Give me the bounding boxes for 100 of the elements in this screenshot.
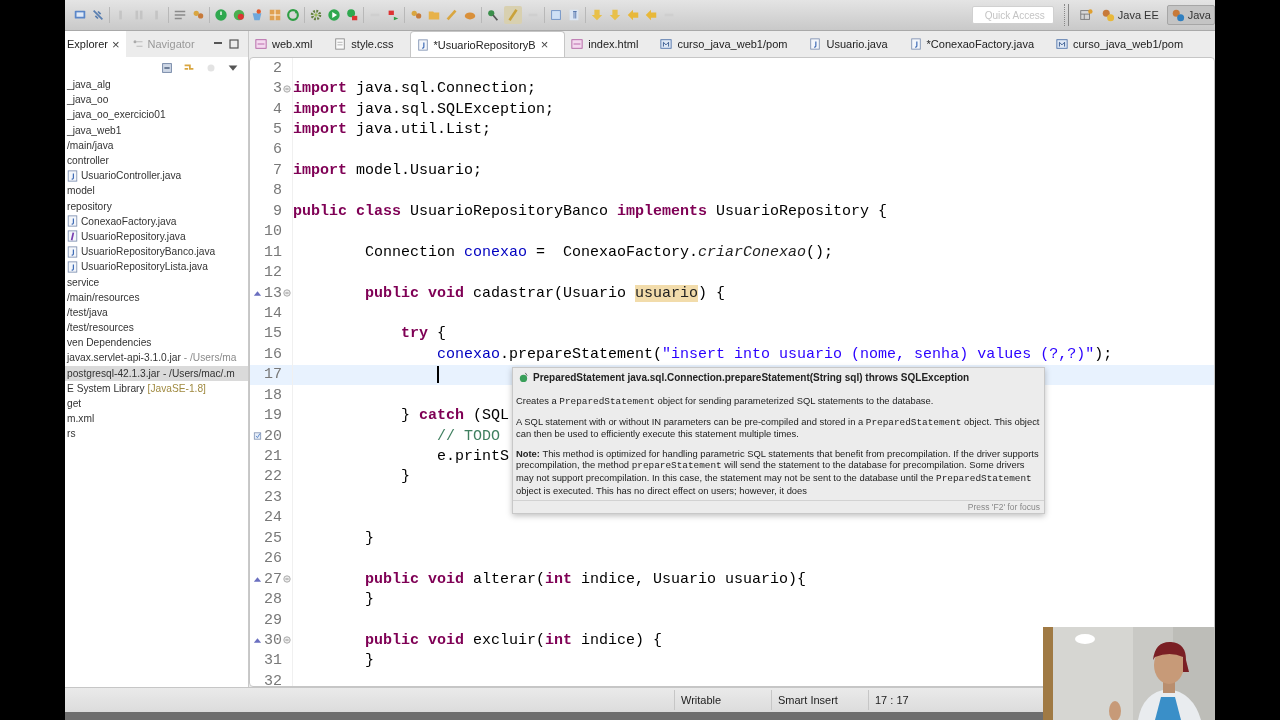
tree-item[interactable]: _java_web1: [65, 122, 248, 138]
code-line: Connection conexao = ConexaoFactory.criarConexao();: [364, 243, 834, 261]
arrow-down-icon[interactable]: [608, 8, 622, 22]
brush-icon[interactable]: [445, 8, 459, 22]
markup-file-icon: [255, 38, 267, 50]
tree-item[interactable]: rs: [65, 426, 248, 442]
tree-item[interactable]: repository: [65, 198, 248, 214]
editor-tab[interactable]: curso_java_web1/pom: [654, 31, 804, 57]
debug-icon[interactable]: [345, 8, 359, 22]
tree-item[interactable]: _java_oo: [65, 92, 248, 108]
line-number: 26: [264, 550, 282, 568]
tree-item[interactable]: get: [65, 395, 248, 412]
power-icon[interactable]: [214, 8, 228, 22]
editor-tab[interactable]: *ConexaoFactory.java: [903, 31, 1050, 57]
arrow-left-icon[interactable]: [644, 8, 658, 22]
line-number: 25: [264, 529, 282, 547]
fold-icon[interactable]: [283, 575, 291, 584]
quick-access-field[interactable]: Quick Access: [971, 6, 1054, 24]
code-line: conexao.prepareStatement("insert into usuario (nome, senha) values (?,?)");: [436, 345, 1113, 363]
fold-icon[interactable]: [283, 289, 291, 298]
bucket-icon[interactable]: [250, 8, 264, 22]
line-number: 30: [264, 631, 282, 649]
line-number: 11: [264, 243, 282, 261]
code-line: public class UsuarioRepositoryBanco implements UsuarioRepository {: [293, 202, 888, 220]
code-line: import java.util.List;: [293, 121, 492, 139]
tree-item[interactable]: m.xml: [65, 411, 248, 427]
line-number: 14: [264, 304, 282, 322]
editor-tab[interactable]: index.html: [565, 31, 655, 57]
line-number: 2: [272, 59, 282, 77]
text-file-icon: [334, 38, 347, 50]
editor-tab[interactable]: style.css: [328, 31, 410, 57]
tree-item[interactable]: _java_oo_exercicio01: [65, 107, 248, 123]
close-icon[interactable]: ×: [111, 36, 120, 52]
tree-item[interactable]: model: [65, 183, 248, 199]
tree-item[interactable]: UsuarioRepositoryLista.java: [65, 259, 248, 275]
view-tab[interactable]: Explorer ×: [65, 31, 126, 57]
text-cursor: [437, 366, 439, 384]
line-number: 16: [264, 345, 282, 363]
doc-paragraph: Creates a PreparedStatement object for sending parameterized SQL statements to the database.: [516, 395, 935, 408]
grid-icon[interactable]: [268, 8, 282, 22]
tree-item[interactable]: ven Dependencies: [65, 335, 248, 351]
fold-icon[interactable]: [283, 84, 291, 93]
pilcrow-icon[interactable]: [567, 8, 581, 22]
editor-tab[interactable]: web.xml: [249, 31, 329, 57]
tree-item[interactable]: javax.servlet-api-3.1.0.jar - /Users/ma: [65, 350, 248, 366]
tree-item[interactable]: UsuarioRepository.java: [65, 228, 248, 245]
monitor-icon[interactable]: [73, 8, 87, 22]
line-number: 4: [272, 100, 282, 118]
method-signature: PreparedStatement java.sql.Connection.prepareStatement(String sql) throws SQLException: [533, 372, 970, 383]
tree-item[interactable]: E System Library [JavaSE-1.8]: [65, 380, 248, 396]
tree-item[interactable]: /test/java: [65, 304, 248, 320]
collapse-all-icon[interactable]: [160, 61, 174, 75]
doc-paragraph: Note: This method is optimized for handling parametric SQL statements that benefit from precompilation. If the driver supports precompilation, the method prepareStatement will send the statement to the database for precompilation. Some drivers may not support precompilation. In this case, the statement may not be sent to the database until the PreparedStatement object is executed. This has no direct effect on users; however, it does: [516, 447, 1040, 497]
line-number: 5: [272, 121, 282, 139]
tree-item[interactable]: postgresql-42.1.3.jar - /Users/mac/.m: [65, 365, 248, 381]
close-icon[interactable]: ×: [540, 37, 549, 52]
tree-item[interactable]: service: [65, 274, 248, 290]
refresh-icon[interactable]: [286, 8, 300, 22]
editor-tab[interactable]: Usuario.java: [803, 31, 904, 57]
arrow-down-icon[interactable]: [590, 8, 604, 22]
fold-icon[interactable]: [283, 636, 291, 645]
tree-item[interactable]: controller: [65, 152, 248, 169]
code-line: e.printS: [436, 448, 510, 466]
tree-item[interactable]: ConexaoFactory.java: [65, 213, 248, 229]
navigator-icon: [131, 38, 144, 50]
code-line: import java.sql.Connection;: [293, 80, 537, 98]
code-line: public void cadastrar(Usuario usuario) {: [364, 284, 726, 302]
tree-item[interactable]: /test/resources: [65, 320, 248, 336]
tree-item[interactable]: /main/resources: [65, 289, 248, 305]
window-icon[interactable]: [549, 8, 563, 22]
code-line: }: [364, 529, 374, 547]
line-number: 13: [264, 284, 282, 302]
line-number: 22: [264, 468, 282, 486]
line-number: 9: [272, 202, 282, 220]
arrow-left-icon[interactable]: [626, 8, 640, 22]
line-number: 10: [264, 223, 282, 241]
override-icon: [252, 289, 262, 298]
tree-item[interactable]: UsuarioRepositoryBanco.java: [65, 244, 248, 260]
tree-item[interactable]: /main/java: [65, 137, 248, 153]
list-icon[interactable]: [173, 8, 187, 22]
line-number: 27: [264, 570, 282, 588]
editor-tab[interactable]: curso_java_web1/pom: [1050, 31, 1200, 57]
perspective-button[interactable]: Java: [1166, 5, 1215, 25]
java-file-icon: [809, 38, 822, 50]
line-number: 3: [272, 80, 282, 98]
code-line: } catch (SQL: [400, 407, 510, 425]
java-file-icon: [416, 38, 429, 51]
maximize-icon[interactable]: [228, 38, 240, 50]
editor-tab[interactable]: *UsuarioRepositoryB ×: [409, 31, 566, 57]
line-number: 31: [264, 652, 282, 670]
open-perspective-icon[interactable]: [1078, 8, 1093, 22]
task-icon: [252, 432, 262, 441]
line-number: 18: [264, 386, 282, 404]
line-number: 28: [264, 591, 282, 609]
code-line: try {: [400, 325, 447, 343]
perspective-button[interactable]: Java EE: [1096, 5, 1163, 25]
tree-item[interactable]: _java_alg: [65, 77, 248, 93]
tree-item[interactable]: UsuarioController.java: [65, 168, 248, 184]
gear-icon[interactable]: [309, 8, 323, 22]
run-icon[interactable]: [327, 8, 341, 22]
